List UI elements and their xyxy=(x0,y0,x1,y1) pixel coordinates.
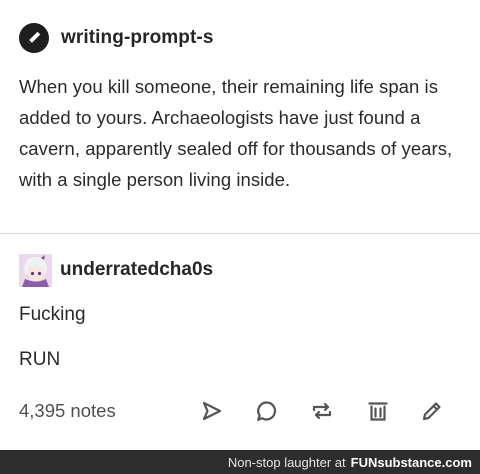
watermark-logo: FUNsubstance.com xyxy=(351,455,472,470)
post-body-text: When you kill someone, their remaining l… xyxy=(19,76,453,190)
post-author[interactable]: writing-prompt-s xyxy=(19,20,214,56)
reply-icon[interactable] xyxy=(255,399,279,423)
share-icon[interactable] xyxy=(200,399,224,423)
reply-text-line: RUN xyxy=(19,349,61,370)
delete-icon[interactable] xyxy=(366,399,390,423)
tumblr-post: writing-prompt-s When you kill someone, … xyxy=(0,0,480,450)
funsubstance-watermark: Non-stop laughter at FUNsubstance.com xyxy=(0,450,480,474)
watermark-logo-substance: substance.com xyxy=(377,454,472,470)
reply-divider xyxy=(0,233,480,234)
post-footer: 4,395 notes xyxy=(19,394,469,428)
reblog-icon[interactable] xyxy=(310,399,334,423)
post-actions xyxy=(196,394,480,428)
pen-icon xyxy=(28,31,41,44)
author-name[interactable]: writing-prompt-s xyxy=(61,27,214,49)
reply-author-name[interactable]: underratedcha0s xyxy=(60,259,213,281)
reply-author[interactable]: underratedcha0s xyxy=(19,252,213,288)
watermark-text: Non-stop laughter at xyxy=(227,454,346,470)
reply-avatar[interactable] xyxy=(19,253,52,287)
edit-icon[interactable] xyxy=(420,399,444,423)
notes-count[interactable]: 4,395 notes xyxy=(19,400,116,422)
anime-character-avatar xyxy=(19,253,52,287)
reply-text-line: Fucking xyxy=(19,304,86,325)
watermark-logo-fun: FUN xyxy=(350,454,378,470)
author-avatar[interactable] xyxy=(19,23,49,53)
